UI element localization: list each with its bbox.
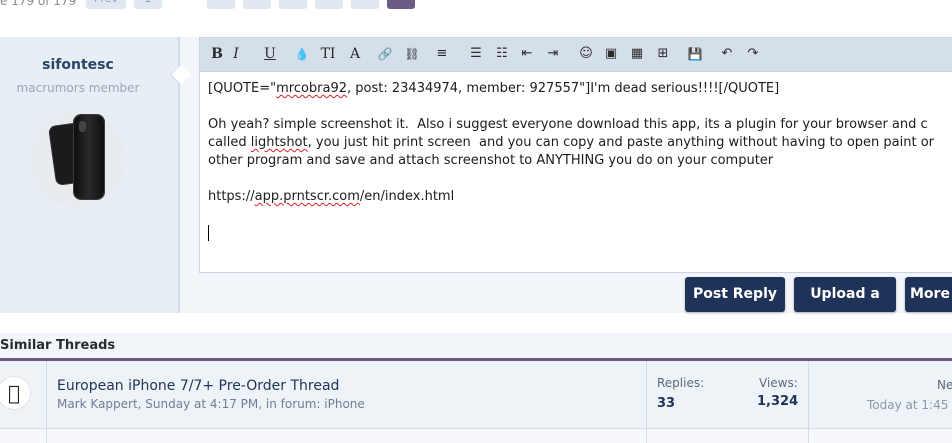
save-draft-icon[interactable]: 💾 [686,45,704,63]
thread-row[interactable]:  European iPhone 7/7+ Pre-Order Thread … [0,361,952,429]
smilie-icon[interactable]: ☺ [577,45,595,63]
iphone-front-image [74,115,104,199]
page-link[interactable] [351,0,379,9]
thread-stats [646,429,809,443]
apple-icon:  [0,377,30,409]
text-cursor [208,225,209,241]
pagination-bar: e 179 of 179 Prev 1 [0,0,952,14]
unlink-icon[interactable]: ⛓ [403,45,421,63]
replies-count: 33 [657,396,676,411]
insert-icon[interactable]: ⊞ [654,45,672,63]
page-link[interactable] [315,0,343,9]
image-icon[interactable]: ▣ [602,45,620,63]
page-count: e 179 of 179 [0,0,77,8]
page-link[interactable]: 1 [134,0,162,9]
post-reply-button[interactable]: Post Reply [685,277,785,312]
similar-threads-title: Similar Threads [0,338,116,353]
thread-icon-cell [0,429,47,443]
upload-file-button[interactable]: Upload a File [794,277,896,337]
avatar[interactable] [30,111,126,207]
italic-icon[interactable]: I [227,45,245,63]
numbered-list-icon[interactable]: ☷ [493,45,511,63]
font-size-icon[interactable]: TI [319,45,337,63]
thread-meta: Mark Kappert, Sunday at 4:17 PM, in foru… [57,397,365,411]
indent-icon[interactable]: ⇥ [544,45,562,63]
user-title: macrumors member [16,81,140,95]
align-icon[interactable]: ≡ [433,45,451,63]
replies-label: Replies: [657,376,705,390]
thread-author[interactable]: Mark Kappert [57,397,138,411]
editor-text[interactable]: [QUOTE="mrcobra92, post: 23434974, membe… [208,80,952,206]
thread-stats: Replies: 33 Views: 1,324 [646,361,809,428]
page-link[interactable] [243,0,271,9]
message-editor[interactable]: B I U 💧 TI A 🔗 ⛓ ≡ ☰ ☷ ⇤ ⇥ ☺ ▣ ▦ ⊞ 💾 ↶ ↷… [199,37,952,273]
text-color-icon[interactable]: 💧 [293,45,311,63]
bold-icon[interactable]: B [208,45,226,63]
thread-row[interactable] [0,429,952,443]
user-info-panel: sifontesc macrumors member [0,37,180,313]
thread-title[interactable]: European iPhone 7/7+ Pre-Order Thread [57,378,339,394]
font-icon[interactable]: A [346,45,364,63]
similar-threads-header: Similar Threads [0,333,952,361]
more-options-button[interactable]: More O [905,277,952,312]
page-link[interactable] [207,0,235,9]
page-link[interactable] [279,0,307,9]
redo-icon[interactable]: ↷ [744,45,762,63]
bullet-list-icon[interactable]: ☰ [467,45,485,63]
thread-icon-cell:  [0,361,47,428]
last-post-user[interactable]: Ne [937,378,952,392]
username[interactable]: sifontesc [0,57,156,73]
views-count: 1,324 [757,394,799,409]
underline-icon[interactable]: U [261,45,279,63]
views-label: Views: [759,376,798,390]
outdent-icon[interactable]: ⇤ [518,45,536,63]
link-icon[interactable]: 🔗 [376,45,394,63]
prev-page-button[interactable]: Prev [86,0,126,9]
last-post-time[interactable]: Today at 1:45 [867,398,948,412]
editor-toolbar: B I U 💧 TI A 🔗 ⛓ ≡ ☰ ☷ ⇤ ⇥ ☺ ▣ ▦ ⊞ 💾 ↶ ↷ [200,38,952,72]
current-page [387,0,415,9]
undo-icon[interactable]: ↶ [718,45,736,63]
media-icon[interactable]: ▦ [628,45,646,63]
